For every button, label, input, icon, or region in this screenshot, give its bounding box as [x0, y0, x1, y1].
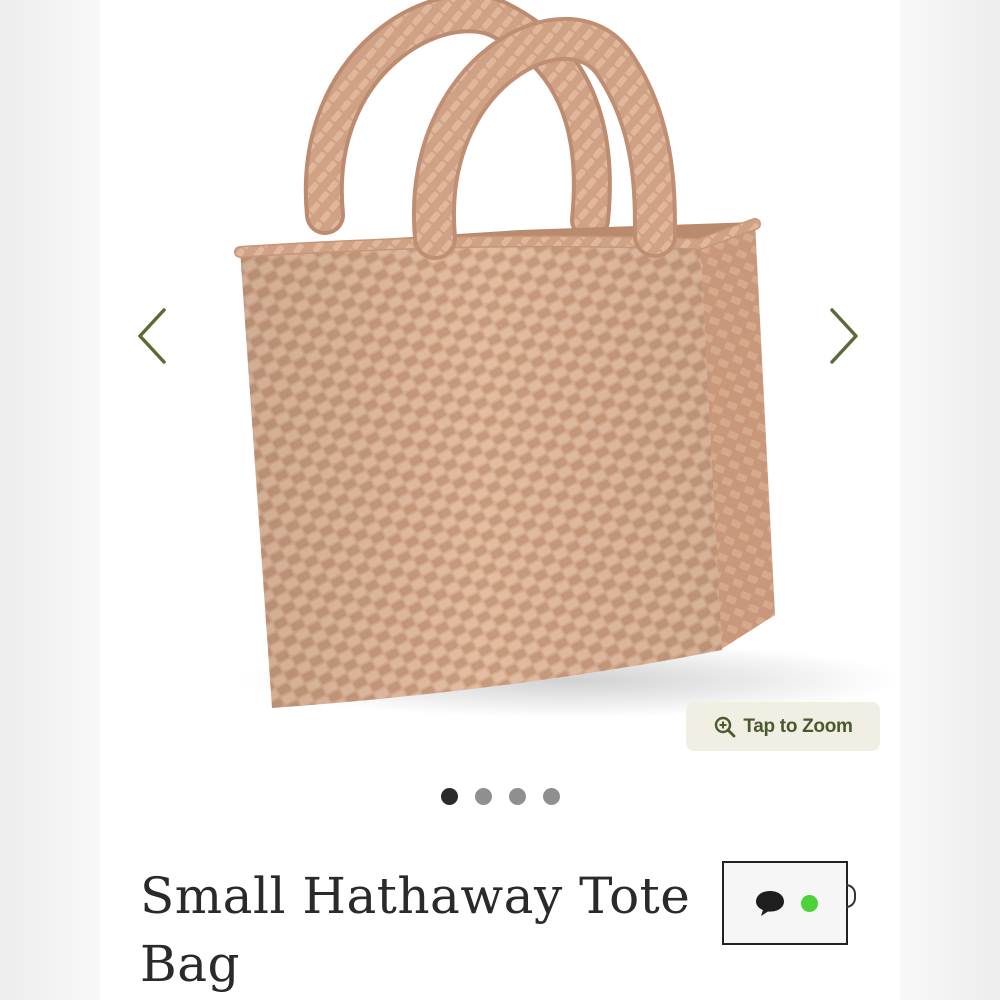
- next-image-button[interactable]: [818, 300, 868, 370]
- product-page: Tap to Zoom Small Hathaway Tote Bag: [100, 0, 900, 1000]
- chevron-left-icon: [138, 308, 166, 364]
- carousel-dot[interactable]: [542, 788, 560, 805]
- carousel-dot[interactable]: [508, 788, 526, 805]
- carousel-pagination: [100, 788, 900, 806]
- chat-button[interactable]: [722, 861, 848, 945]
- left-margin: [0, 0, 100, 1000]
- zoom-in-icon: [715, 716, 736, 737]
- online-status-indicator: [800, 894, 818, 912]
- tap-to-zoom-label: Tap to Zoom: [743, 715, 853, 737]
- chat-tab-edge: [846, 884, 856, 908]
- product-title: Small Hathaway Tote Bag: [140, 867, 691, 993]
- chevron-right-icon: [830, 308, 858, 364]
- tap-to-zoom-button[interactable]: Tap to Zoom: [686, 702, 880, 751]
- chat-bubble-icon: [755, 891, 784, 916]
- carousel-dot[interactable]: [440, 788, 458, 805]
- product-image: [234, 0, 900, 718]
- carousel-dot[interactable]: [474, 788, 492, 805]
- right-margin: [900, 0, 1000, 1000]
- previous-image-button[interactable]: [130, 300, 180, 370]
